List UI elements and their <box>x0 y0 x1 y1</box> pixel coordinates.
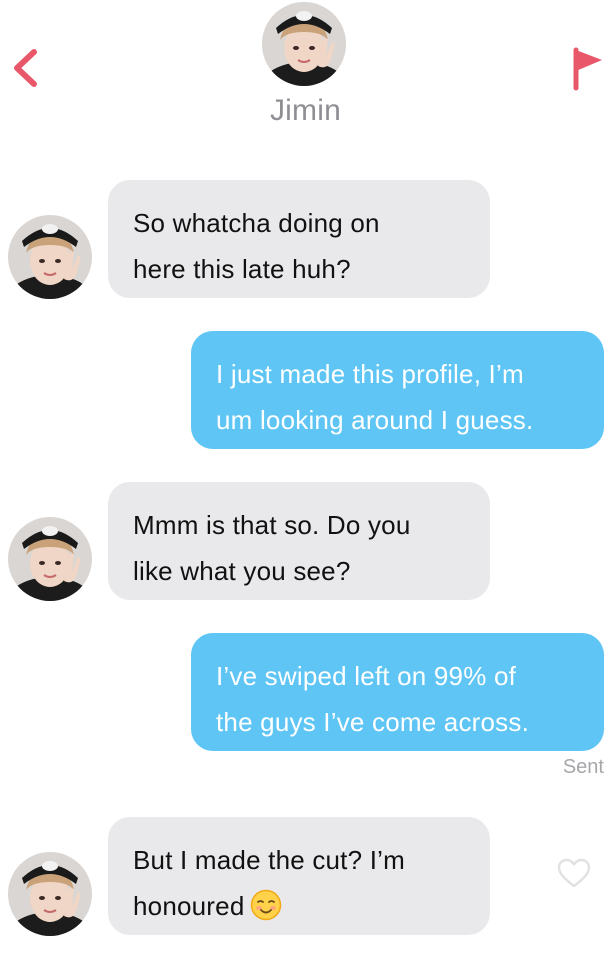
profile-photo <box>8 852 92 936</box>
sender-avatar[interactable] <box>8 215 92 299</box>
outgoing-message-bubble[interactable]: I’ve swiped left on 99% of the guys I’ve… <box>191 633 604 751</box>
sender-avatar[interactable] <box>8 517 92 601</box>
contact-name: Jimin <box>269 94 341 127</box>
like-message-button[interactable] <box>556 857 592 889</box>
sender-avatar[interactable] <box>8 852 92 936</box>
message-line: honoured <box>133 883 466 929</box>
incoming-message-bubble[interactable]: So whatcha doing on here this late huh? <box>108 180 490 298</box>
message-text: the guys I’ve come across. <box>216 707 529 737</box>
message-text: I’ve swiped left on 99% of <box>216 661 517 691</box>
profile-photo <box>8 517 92 601</box>
report-flag-button[interactable] <box>566 44 606 92</box>
message-text: So whatcha doing on <box>133 208 380 238</box>
profile-photo <box>8 215 92 299</box>
message-text: honoured <box>133 891 245 921</box>
flag-icon <box>573 47 602 91</box>
message-text: But I made the cut? I’m <box>133 845 405 875</box>
chevron-left-icon <box>14 49 37 87</box>
smiling-face-with-blush-emoji <box>251 889 282 921</box>
sent-status: Sent <box>562 756 604 778</box>
outgoing-message-bubble[interactable]: I just made this profile, I’m um looking… <box>191 331 604 449</box>
profile-photo <box>262 2 346 86</box>
message-text: I just made this profile, I’m <box>216 359 524 389</box>
message-text: here this late huh? <box>133 254 351 284</box>
incoming-message-bubble[interactable]: But I made the cut? I’m honoured <box>108 817 490 935</box>
message-text: Mmm is that so. Do you <box>133 510 411 540</box>
contact-avatar[interactable] <box>262 2 346 86</box>
message-text: um looking around I guess. <box>216 405 534 435</box>
heart-outline-icon <box>557 858 591 888</box>
back-button[interactable] <box>8 44 44 92</box>
message-text: like what you see? <box>133 556 351 586</box>
chat-screen: Jimin So whatcha doing on here this late… <box>0 0 611 960</box>
incoming-message-bubble[interactable]: Mmm is that so. Do you like what you see… <box>108 482 490 600</box>
